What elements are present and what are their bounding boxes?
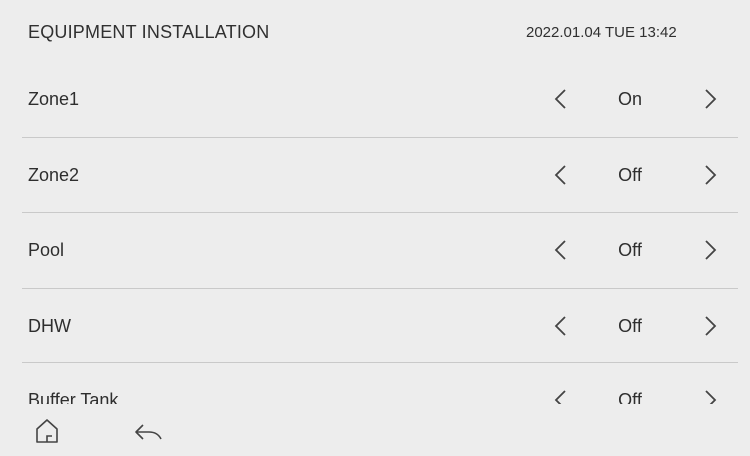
setting-label: Buffer Tank: [28, 390, 119, 404]
next-option-button[interactable]: [698, 385, 722, 404]
setting-row-buffer-tank: Buffer Tank Off: [0, 363, 750, 404]
next-option-button[interactable]: [698, 235, 722, 265]
setting-label: Zone1: [28, 89, 80, 109]
page-title: EQUIPMENT INSTALLATION: [28, 22, 270, 42]
setting-row-zone2: Zone2 Off: [0, 138, 750, 214]
previous-option-button[interactable]: [550, 84, 574, 114]
chevron-right-icon: [705, 89, 717, 109]
previous-option-button[interactable]: [550, 235, 574, 265]
date-time-display: 2022.01.04 TUE 13:42: [526, 24, 677, 41]
back-button[interactable]: [131, 416, 165, 446]
chevron-right-icon: [705, 390, 717, 404]
chevron-right-icon: [705, 165, 717, 185]
equipment-installation-screen: EQUIPMENT INSTALLATION 2022.01.04 TUE 13…: [0, 0, 750, 456]
previous-option-button[interactable]: [550, 311, 574, 341]
setting-value: On: [617, 89, 642, 109]
back-arrow-icon: [135, 424, 162, 440]
next-option-button[interactable]: [698, 311, 722, 341]
bottom-nav-bar: [0, 404, 750, 456]
home-icon: [36, 419, 58, 443]
next-option-button[interactable]: [698, 160, 722, 190]
previous-option-button[interactable]: [550, 160, 574, 190]
settings-list[interactable]: Zone1 On Zone2 Off Pool Off DHW Off Buff…: [0, 62, 750, 404]
setting-label: DHW: [28, 316, 71, 336]
chevron-left-icon: [554, 165, 566, 185]
chevron-left-icon: [554, 390, 566, 404]
next-option-button[interactable]: [698, 84, 722, 114]
setting-value: Off: [618, 390, 642, 404]
setting-row-pool: Pool Off: [0, 213, 750, 289]
setting-value: Off: [618, 240, 642, 260]
chevron-right-icon: [705, 240, 717, 260]
chevron-left-icon: [554, 316, 566, 336]
setting-row-zone1: Zone1 On: [0, 62, 750, 138]
chevron-left-icon: [554, 240, 566, 260]
setting-row-dhw: DHW Off: [0, 289, 750, 365]
header-bar: EQUIPMENT INSTALLATION 2022.01.04 TUE 13…: [0, 0, 750, 62]
home-button[interactable]: [30, 416, 64, 446]
setting-label: Zone2: [28, 165, 80, 185]
chevron-left-icon: [554, 89, 566, 109]
setting-value: Off: [618, 165, 642, 185]
setting-value: Off: [618, 316, 642, 336]
setting-label: Pool: [28, 240, 65, 260]
previous-option-button[interactable]: [550, 385, 574, 404]
chevron-right-icon: [705, 316, 717, 336]
